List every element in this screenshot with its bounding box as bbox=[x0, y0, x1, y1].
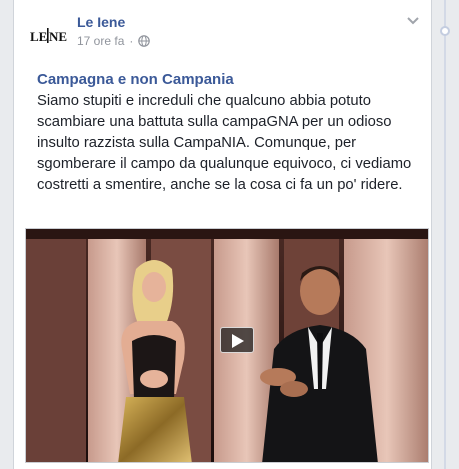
timeline-dot bbox=[440, 26, 450, 36]
post-card: LE NE Le Iene 17 ore fa · Campagna e non… bbox=[13, 0, 432, 469]
page-avatar-logo[interactable]: LE NE bbox=[27, 14, 67, 54]
svg-text:NE: NE bbox=[49, 29, 67, 44]
post-content: Campagna e non Campania Siamo stupiti e … bbox=[37, 70, 423, 196]
globe-icon[interactable] bbox=[138, 35, 151, 47]
post-body: Siamo stupiti e increduli che qualcuno a… bbox=[37, 93, 412, 193]
svg-text:LE: LE bbox=[30, 29, 47, 44]
post-title[interactable]: Campagna e non Campania bbox=[37, 70, 423, 89]
separator-dot: · bbox=[129, 34, 134, 48]
post-timestamp[interactable]: 17 ore fa bbox=[77, 34, 124, 48]
post-header: LE NE Le Iene 17 ore fa · bbox=[14, 0, 431, 60]
video-player[interactable] bbox=[25, 228, 429, 463]
chevron-down-icon[interactable] bbox=[407, 16, 419, 26]
timeline-line bbox=[444, 0, 446, 469]
play-icon bbox=[232, 334, 244, 348]
post-meta: 17 ore fa · bbox=[77, 34, 151, 48]
play-button[interactable] bbox=[220, 327, 254, 353]
page-name-link[interactable]: Le Iene bbox=[77, 14, 125, 30]
